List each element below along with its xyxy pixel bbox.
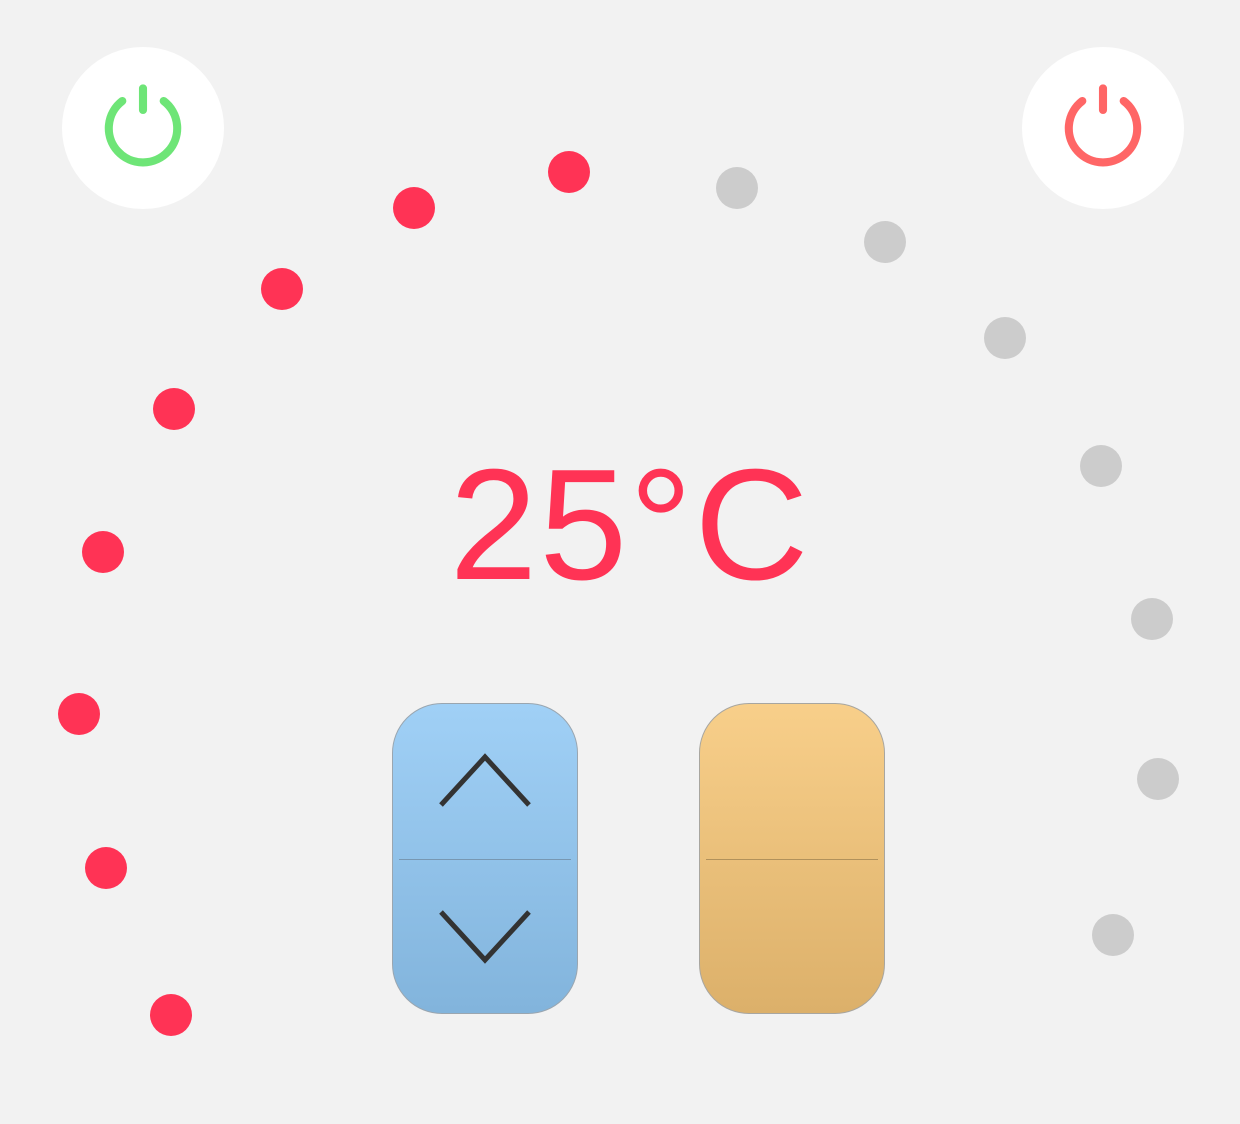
mode-rocker — [699, 703, 885, 1014]
dial-dot-inactive — [1137, 758, 1179, 800]
dial-dot-inactive — [984, 317, 1026, 359]
dial-dot-active — [261, 268, 303, 310]
dial-dot-active — [58, 693, 100, 735]
mode-rocker-top[interactable] — [700, 704, 884, 859]
mode-rocker-bottom[interactable] — [700, 859, 884, 1014]
increase-button[interactable] — [393, 704, 577, 859]
dial-dot-inactive — [716, 167, 758, 209]
temperature-rocker — [392, 703, 578, 1014]
dial-dot-inactive — [1092, 914, 1134, 956]
dial-dot-inactive — [1080, 445, 1122, 487]
dial-dot-active — [548, 151, 590, 193]
chevron-down-icon — [439, 910, 531, 964]
dial-dot-inactive — [1131, 598, 1173, 640]
temperature-value: 25 — [449, 437, 630, 613]
dial-dot-active — [153, 388, 195, 430]
thermostat-panel: 25 °C — [0, 0, 1240, 1124]
dial-dot-inactive — [864, 221, 906, 263]
decrease-button[interactable] — [393, 859, 577, 1014]
dial-dot-active — [150, 994, 192, 1036]
chevron-up-icon — [439, 753, 531, 807]
dial-dot-active — [85, 847, 127, 889]
temperature-display: 25 °C — [440, 440, 820, 610]
dial-dot-active — [393, 187, 435, 229]
temperature-unit: °C — [629, 437, 811, 613]
dial-dot-active — [82, 531, 124, 573]
